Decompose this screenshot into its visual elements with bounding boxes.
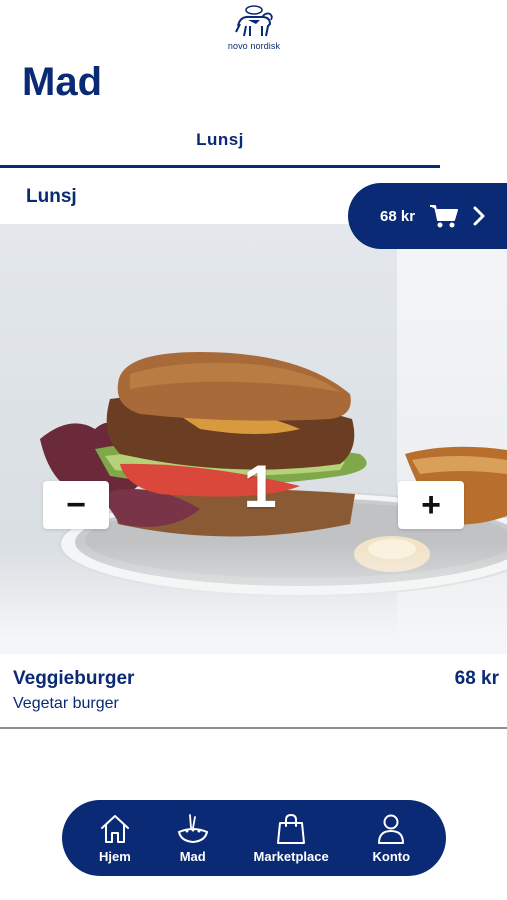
user-icon (378, 814, 405, 844)
cart-button[interactable]: 68 kr (348, 183, 507, 249)
increment-button[interactable]: + (398, 481, 464, 529)
product-name: Veggieburger (13, 668, 135, 689)
shopping-bag-icon (277, 813, 306, 844)
food-bowl-icon (177, 814, 208, 844)
quantity-value: 1 (243, 453, 277, 520)
nav-label-konto: Konto (372, 849, 411, 864)
apis-bull-icon (235, 5, 273, 37)
cart-price: 68 kr (380, 207, 416, 225)
section-title: Lunsj (26, 186, 77, 207)
tab-underline (0, 165, 440, 168)
nav-item-hjem[interactable]: Hjem (98, 812, 132, 864)
divider (0, 727, 507, 729)
nav-label-marketplace: Marketplace (253, 849, 329, 864)
image-bottom-fade (0, 544, 507, 654)
chevron-right-icon (473, 206, 485, 226)
page-title: Mad (22, 60, 102, 104)
decrement-button[interactable]: − (43, 481, 109, 529)
home-icon (100, 815, 129, 843)
novo-nordisk-logo: novo nordisk (214, 2, 294, 54)
product-image (0, 224, 507, 654)
product-price: 68 kr (454, 668, 499, 689)
nav-label-mad: Mad (179, 849, 206, 864)
product-description: Vegetar burger (13, 695, 119, 712)
bottom-nav: Hjem Mad Marketplace Konto (62, 800, 446, 876)
nav-label-hjem: Hjem (99, 849, 131, 864)
tab-lunsj[interactable]: Lunsj (170, 130, 270, 150)
nav-item-konto[interactable]: Konto (372, 812, 411, 864)
nav-item-marketplace[interactable]: Marketplace (254, 812, 329, 864)
cart-icon (430, 205, 459, 228)
logo-text: novo nordisk (227, 41, 281, 51)
nav-item-mad[interactable]: Mad (176, 812, 210, 864)
